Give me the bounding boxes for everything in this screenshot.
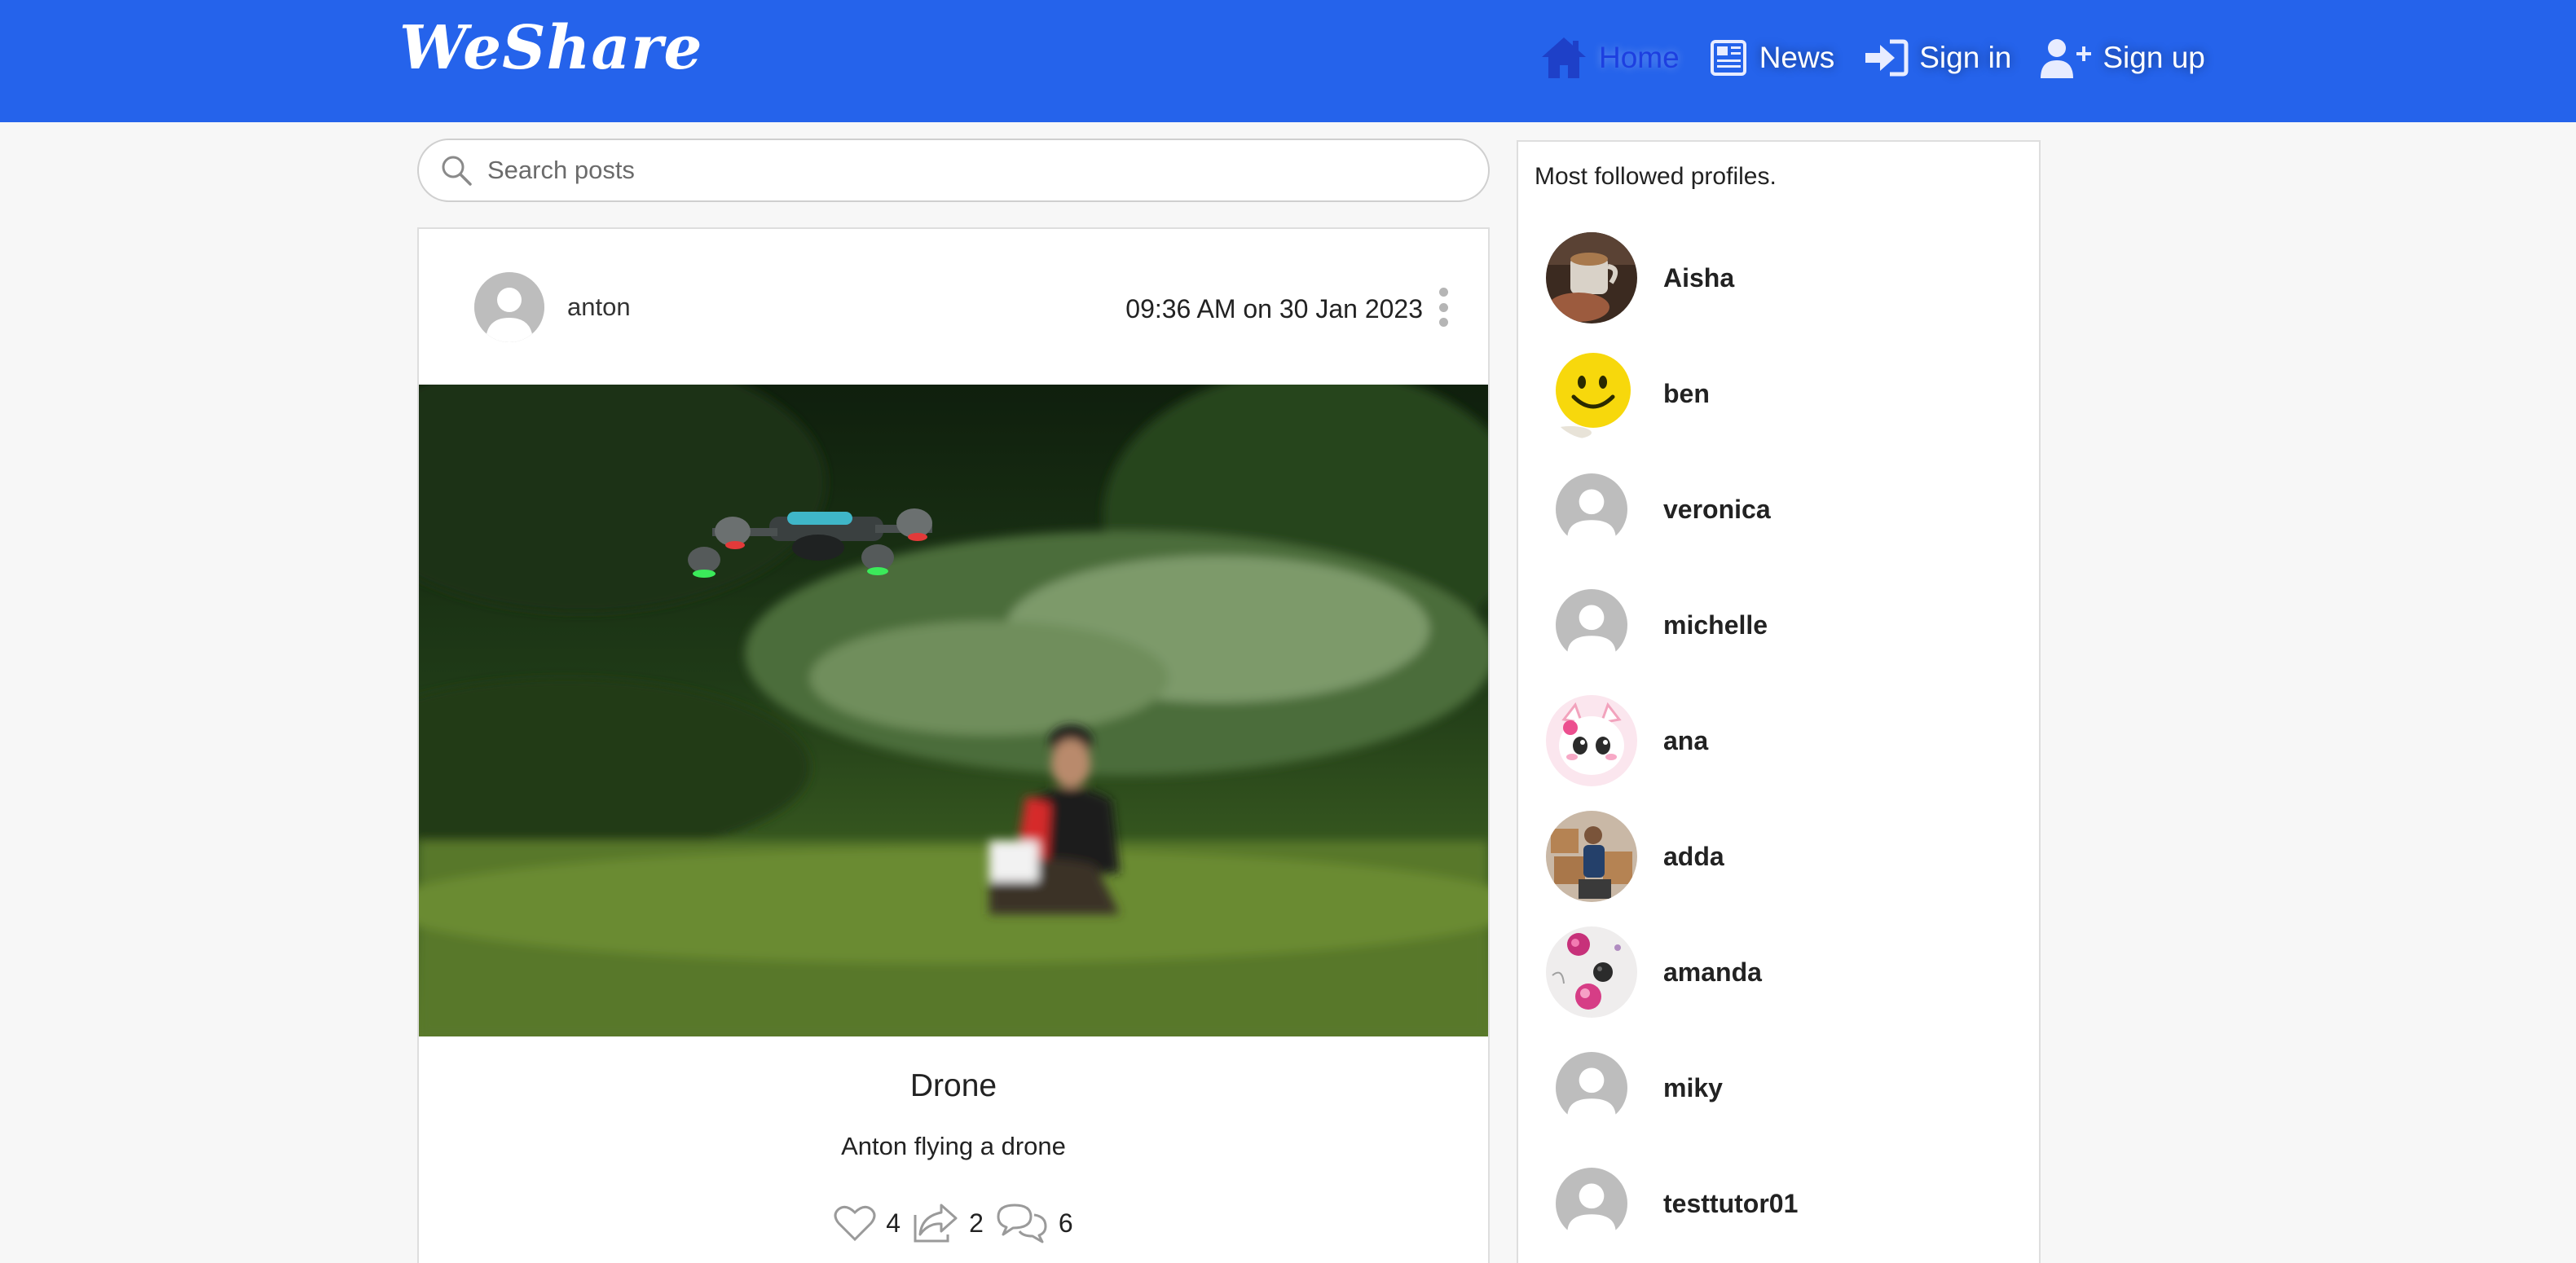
post-title: Drone <box>909 1068 997 1103</box>
nav-sign-up-label: Sign up <box>2103 41 2205 74</box>
nav-links: Home News Sign in Sign up <box>1539 33 2205 83</box>
flowers-photo <box>1546 926 1637 1018</box>
profile-name: adda <box>1663 841 1724 871</box>
post-author-name[interactable]: anton <box>567 293 631 322</box>
nav-sign-in[interactable]: Sign in <box>1862 37 2011 79</box>
share-icon <box>914 1204 958 1243</box>
avatar <box>1546 811 1637 902</box>
default-avatar-icon <box>1556 589 1627 661</box>
post-author-avatar[interactable] <box>474 272 544 342</box>
default-avatar-icon <box>1556 1168 1627 1239</box>
avatar <box>1546 1042 1637 1133</box>
home-icon <box>1542 37 1586 78</box>
avatar <box>1546 232 1637 323</box>
search-bar <box>417 139 1490 202</box>
profile-name: amanda <box>1663 957 1762 987</box>
profile-item[interactable]: adda <box>1518 799 2039 914</box>
nav-news-label: News <box>1759 41 1835 74</box>
newspaper-icon <box>1710 40 1746 76</box>
profile-name: Aisha <box>1663 262 1735 293</box>
nav-home-label: Home <box>1599 41 1680 74</box>
profile-item[interactable]: michelle <box>1518 567 2039 683</box>
share-button[interactable]: 2 <box>912 1202 984 1244</box>
avatar <box>1546 926 1637 1018</box>
avatar <box>1546 464 1637 555</box>
person-with-boxes-photo <box>1546 811 1637 902</box>
avatar <box>1546 695 1637 786</box>
avatar <box>1546 1158 1637 1249</box>
profile-list: Aisha ben veronica michelle ana adda ama… <box>1518 220 2039 1261</box>
post-description: Anton flying a drone <box>841 1132 1066 1160</box>
comment-button[interactable]: 6 <box>995 1202 1073 1244</box>
post-timestamp: 09:36 AM on 30 Jan 2023 <box>1125 294 1423 323</box>
nav-home[interactable]: Home <box>1539 34 1680 81</box>
profile-item[interactable]: ben <box>1518 336 2039 451</box>
search-input[interactable] <box>487 156 1465 185</box>
brand-logo[interactable]: WeShare <box>399 11 702 85</box>
comments-icon <box>997 1204 1047 1243</box>
sign-in-icon <box>1865 39 1909 77</box>
default-avatar-icon <box>474 272 544 342</box>
profile-name: michelle <box>1663 609 1768 640</box>
avatar <box>1546 348 1637 439</box>
nav-sign-in-label: Sign in <box>1919 41 2012 74</box>
like-count: 4 <box>886 1208 901 1238</box>
default-avatar-icon <box>1556 1052 1627 1124</box>
kebab-menu-icon[interactable] <box>1438 288 1449 327</box>
post-image <box>419 385 1488 1036</box>
user-plus-icon <box>2041 39 2092 78</box>
default-avatar-icon <box>1556 473 1627 545</box>
profile-item[interactable]: veronica <box>1518 451 2039 567</box>
sidebar-title: Most followed profiles. <box>1535 163 1777 190</box>
profile-name: testtutor01 <box>1663 1188 1799 1218</box>
profile-item[interactable]: amanda <box>1518 914 2039 1030</box>
share-count: 2 <box>969 1208 984 1238</box>
nav-news[interactable]: News <box>1707 37 1835 79</box>
post-actions: 4 2 6 <box>419 1202 1488 1244</box>
avatar <box>1546 579 1637 671</box>
pink-cat-cartoon <box>1546 695 1637 786</box>
most-followed-sidebar: Most followed profiles. Aisha ben veroni… <box>1517 140 2041 1263</box>
profile-item[interactable]: testtutor01 <box>1518 1146 2039 1261</box>
drone-photo <box>419 385 1488 1036</box>
search-icon <box>442 156 472 186</box>
comment-count: 6 <box>1058 1208 1073 1238</box>
profile-name: miky <box>1663 1072 1723 1102</box>
like-button[interactable]: 4 <box>834 1204 900 1243</box>
coffee-cup-photo <box>1546 232 1637 323</box>
profile-item[interactable]: miky <box>1518 1030 2039 1146</box>
smiley-ball-photo <box>1546 348 1637 439</box>
profile-name: veronica <box>1663 494 1771 524</box>
profile-item[interactable]: ana <box>1518 683 2039 799</box>
heart-icon <box>834 1205 876 1242</box>
nav-sign-up[interactable]: Sign up <box>2039 36 2205 80</box>
navbar: WeShare Home News Sign in Sign up <box>0 0 2576 122</box>
profile-name: ana <box>1663 725 1709 755</box>
profile-item[interactable]: Aisha <box>1518 220 2039 336</box>
profile-name: ben <box>1663 378 1710 408</box>
post-card: anton 09:36 AM on 30 Jan 2023 Drone Anto… <box>417 227 1490 1263</box>
